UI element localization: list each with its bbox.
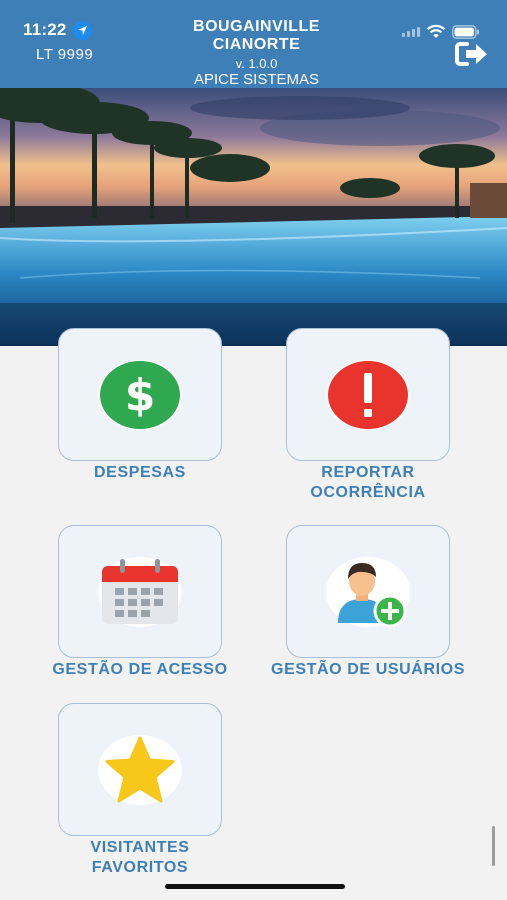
app-title-line2: CIANORTE xyxy=(212,36,301,53)
visitantes-favoritos-label[interactable]: VISITANTES FAVORITOS xyxy=(58,838,222,878)
app-version: v. 1.0.0 xyxy=(235,56,278,71)
despesas-label[interactable]: DESPESAS xyxy=(58,463,222,483)
app-header: 11:22 LT 9999 BOUGAINVILLE CIANORTE v. 1… xyxy=(0,0,507,88)
status-time: 11:22 xyxy=(23,20,92,40)
dollar-icon-bg: $ xyxy=(98,359,182,430)
reportar-label-line2: OCORRÊNCIA xyxy=(310,484,426,501)
reportar-label-line1: REPORTAR xyxy=(321,464,415,481)
exclamation-icon xyxy=(328,360,408,429)
calendar-icon xyxy=(102,558,178,624)
unit-label: LT 9999 xyxy=(36,46,94,63)
reportar-ocorrencia-button[interactable] xyxy=(286,328,450,461)
app-title-block: BOUGAINVILLE CIANORTE v. 1.0.0 APICE SIS… xyxy=(150,18,363,89)
pool-banner-image xyxy=(0,88,507,346)
battery-icon xyxy=(452,24,479,39)
reportar-ocorrencia-label[interactable]: REPORTAR OCORRÊNCIA xyxy=(286,463,450,503)
exclamation-icon-bg xyxy=(326,359,410,430)
company-name: APICE SISTEMAS xyxy=(193,71,320,88)
logout-icon[interactable] xyxy=(455,40,489,68)
wifi-icon xyxy=(426,24,446,38)
visitantes-label-line1: VISITANTES xyxy=(90,839,190,856)
gestao-usuarios-label[interactable]: GESTÃO DE USUÁRIOS xyxy=(252,660,484,680)
status-icons xyxy=(402,24,480,39)
app-title-line1: BOUGAINVILLE xyxy=(193,18,320,35)
user-add-icon-bg xyxy=(326,556,410,627)
svg-text:$: $ xyxy=(125,370,156,421)
gestao-acesso-label[interactable]: GESTÃO DE ACESSO xyxy=(30,660,250,680)
scroll-indicator[interactable] xyxy=(492,826,495,866)
user-add-icon xyxy=(338,562,407,627)
location-icon xyxy=(72,20,92,40)
calendar-icon-bg xyxy=(98,556,182,627)
home-indicator[interactable] xyxy=(165,884,345,889)
signal-icon xyxy=(402,26,420,37)
star-icon-bg xyxy=(98,734,182,805)
gestao-usuarios-button[interactable] xyxy=(286,525,450,658)
star-icon xyxy=(105,736,175,802)
visitantes-label-line2: FAVORITOS xyxy=(91,859,189,876)
visitantes-favoritos-button[interactable] xyxy=(58,703,222,836)
dollar-icon: $ xyxy=(100,360,180,429)
despesas-button[interactable]: $ xyxy=(58,328,222,461)
status-time-text: 11:22 xyxy=(23,20,67,39)
gestao-acesso-button[interactable] xyxy=(58,525,222,658)
